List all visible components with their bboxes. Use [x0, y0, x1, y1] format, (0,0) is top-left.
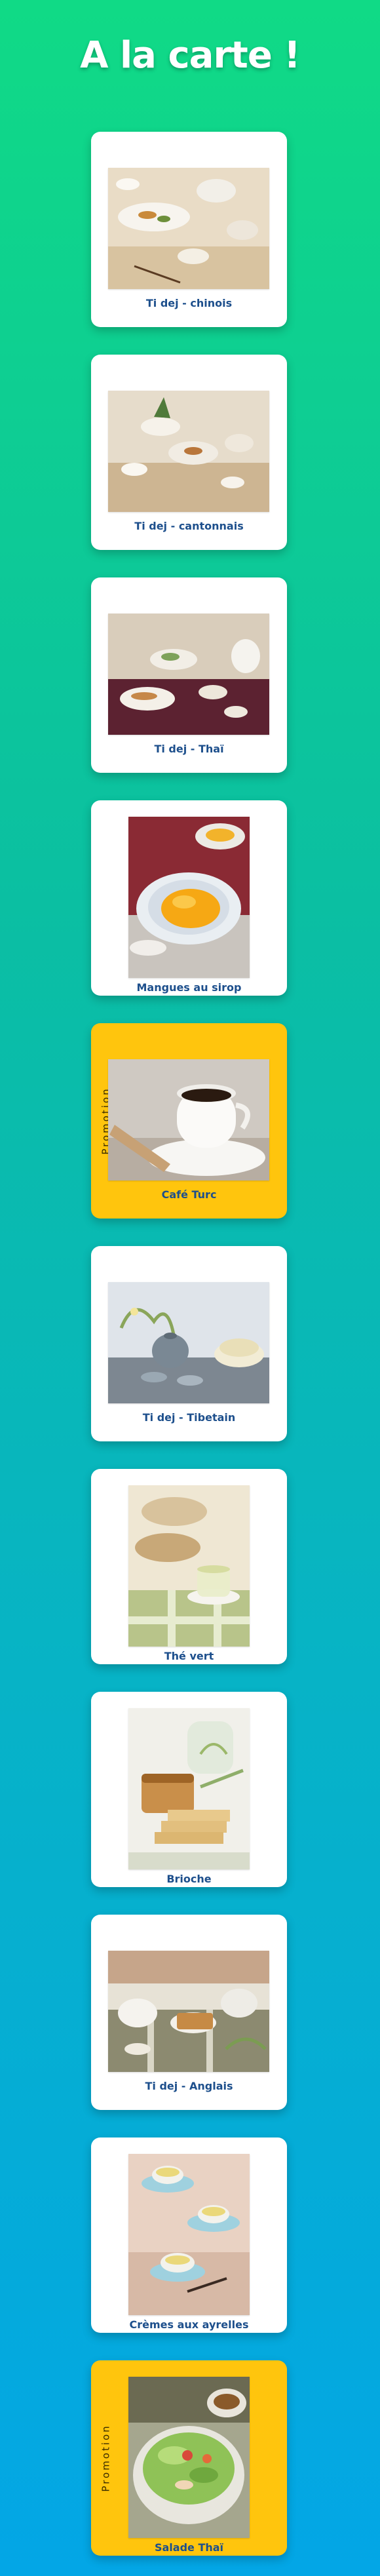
- menu-card-mangues-au-sirop[interactable]: Mangues au sirop: [91, 800, 287, 996]
- menu-photo: [108, 1951, 269, 2072]
- menu-card-label: Ti dej - Thaï: [154, 743, 224, 755]
- menu-photo: [128, 1485, 250, 1647]
- menu-photo: [128, 1708, 250, 1869]
- menu-photo: [128, 2377, 250, 2538]
- promotion-label: Promotion: [100, 2424, 113, 2492]
- menu-card-ti-dej-cantonnais[interactable]: Ti dej - cantonnais: [91, 355, 287, 550]
- menu-card-label: Salade Thaï: [154, 2541, 224, 2554]
- menu-photo: [128, 2154, 250, 2315]
- menu-card-cremes-aux-ayrelles[interactable]: Crèmes aux ayrelles: [91, 2137, 287, 2333]
- menu-photo: [108, 1059, 269, 1181]
- menu-card-ti-dej-tibetain[interactable]: Ti dej - Tibetain: [91, 1246, 287, 1441]
- menu-photo: [128, 817, 250, 978]
- menu-card-brioche[interactable]: Brioche: [91, 1692, 287, 1887]
- promotion-badge: Promotion: [93, 2360, 119, 2556]
- menu-photo: [108, 614, 269, 735]
- menu-card-label: Mangues au sirop: [136, 981, 242, 994]
- menu-photo: [108, 391, 269, 512]
- menu-card-the-vert[interactable]: Thé vert: [91, 1469, 287, 1664]
- menu-card-label: Ti dej - Anglais: [145, 2080, 233, 2092]
- menu-card-label: Ti dej - chinois: [145, 297, 233, 309]
- menu-card-ti-dej-thai[interactable]: Ti dej - Thaï: [91, 577, 287, 773]
- menu-photo: [108, 168, 269, 289]
- menu-card-label: Café Turc: [161, 1188, 217, 1201]
- menu-card-label: Brioche: [166, 1873, 212, 1885]
- menu-list: Ti dej - chinois Ti dej - cantonnais Ti …: [0, 0, 380, 2576]
- menu-photo: [108, 1282, 269, 1403]
- menu-card-label: Thé vert: [164, 1650, 214, 1662]
- menu-card-cafe-turc[interactable]: Promotion Café Turc: [91, 1023, 287, 1219]
- menu-card-label: Crèmes aux ayrelles: [129, 2318, 249, 2331]
- menu-card-label: Ti dej - cantonnais: [134, 520, 244, 532]
- menu-card-ti-dej-anglais[interactable]: Ti dej - Anglais: [91, 1915, 287, 2110]
- menu-card-ti-dej-chinois[interactable]: Ti dej - chinois: [91, 132, 287, 327]
- menu-card-label: Ti dej - Tibetain: [142, 1411, 236, 1424]
- menu-card-salade-thai[interactable]: Promotion Salade Thaï: [91, 2360, 287, 2556]
